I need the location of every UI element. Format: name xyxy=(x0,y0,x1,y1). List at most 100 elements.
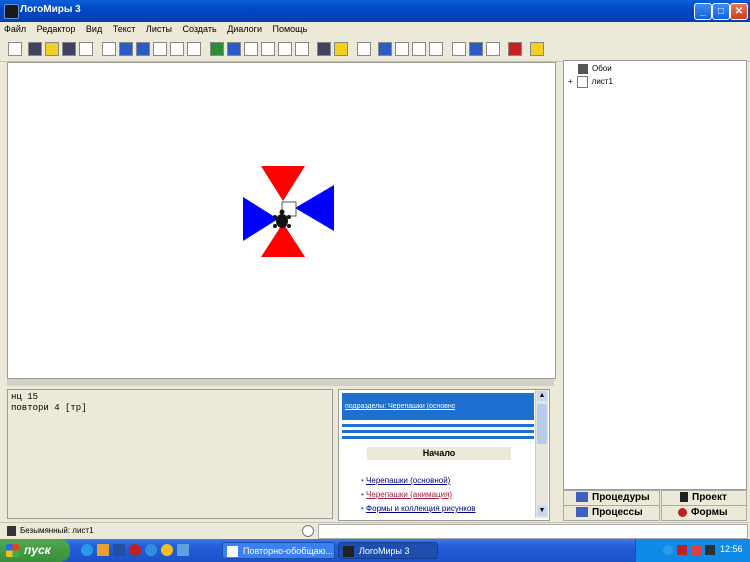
forms-icon xyxy=(678,507,687,517)
procedures-icon xyxy=(576,492,588,503)
antivirus-icon[interactable] xyxy=(677,545,687,555)
page-icon xyxy=(576,76,588,88)
media-icon[interactable] xyxy=(161,544,173,556)
menu-dialogs[interactable]: Диалоги xyxy=(223,22,266,36)
start-button[interactable]: пуск xyxy=(0,539,70,562)
menu-pages[interactable]: Листы xyxy=(142,22,176,36)
back-arrow-icon[interactable] xyxy=(119,42,133,56)
help-section-title: Начало xyxy=(367,447,511,460)
grid-icon[interactable] xyxy=(170,42,184,56)
title-bar: ЛогоМиры 3 _ □ ✕ xyxy=(0,0,750,22)
processes-icon xyxy=(576,507,588,518)
tab-procedures[interactable]: Процедуры xyxy=(563,490,660,506)
arrow-cursor-icon[interactable] xyxy=(357,42,371,56)
logomiry-icon xyxy=(343,546,354,557)
network-icon[interactable] xyxy=(705,545,715,555)
forward-arrow-icon[interactable] xyxy=(136,42,150,56)
tray-icon[interactable] xyxy=(663,545,673,555)
opera-icon[interactable] xyxy=(129,544,141,556)
music-icon[interactable] xyxy=(278,42,292,56)
help-pane: подразделы: Черепашки (основной) Начало … xyxy=(338,389,550,521)
document-icon xyxy=(7,526,16,536)
project-icon xyxy=(680,492,688,503)
task-word-document[interactable]: Повторно-обобщаю... xyxy=(222,542,335,559)
scroll-up-icon[interactable]: ▲ xyxy=(537,391,547,401)
slider-icon[interactable] xyxy=(295,42,309,56)
word-icon[interactable] xyxy=(113,544,125,556)
project-tree: Обои + лист1 xyxy=(563,60,747,490)
window-title: ЛогоМиры 3 xyxy=(20,4,81,15)
blue-triangle-right xyxy=(295,185,334,231)
quick-launch-icon[interactable] xyxy=(145,544,157,556)
help-link-turtles-basic[interactable]: • Черепашки (основной) xyxy=(361,476,450,485)
pencil-icon[interactable] xyxy=(334,42,348,56)
hatch-eye-icon[interactable] xyxy=(429,42,443,56)
zoom-out-icon[interactable] xyxy=(412,42,426,56)
app-icon xyxy=(4,4,19,19)
paste-icon[interactable] xyxy=(486,42,500,56)
menu-text[interactable]: Текст xyxy=(109,22,140,36)
center-square xyxy=(281,201,297,217)
help-link-turtles-animation[interactable]: • Черепашки (анимация) xyxy=(361,490,452,499)
new-icon[interactable] xyxy=(28,42,42,56)
expand-icon[interactable]: + xyxy=(568,77,573,86)
scissors-icon[interactable] xyxy=(452,42,466,56)
print-icon[interactable] xyxy=(79,42,93,56)
help-link-shapes[interactable]: • Формы и коллекция рисунков xyxy=(361,504,476,513)
zoom-in-icon[interactable] xyxy=(395,42,409,56)
stamp-icon[interactable] xyxy=(317,42,331,56)
person-icon[interactable] xyxy=(378,42,392,56)
minimize-button[interactable]: _ xyxy=(694,3,712,20)
save-icon[interactable] xyxy=(62,42,76,56)
tab-forms[interactable]: Формы xyxy=(661,505,747,521)
status-text: Безымянный: лист1 xyxy=(20,526,94,535)
menu-help[interactable]: Помощь xyxy=(269,22,312,36)
pointer-tool-icon[interactable] xyxy=(8,42,22,56)
desktop-icon[interactable] xyxy=(177,544,189,556)
help-header-text: подразделы: Черепашки (основной) xyxy=(345,403,455,410)
tree-item-page1[interactable]: + лист1 xyxy=(568,76,613,88)
red-triangle-bottom xyxy=(261,223,305,257)
scroll-thumb[interactable] xyxy=(537,404,547,444)
blue-triangle-left xyxy=(243,197,278,241)
close-button[interactable]: ✕ xyxy=(730,3,748,20)
tab-processes[interactable]: Процессы xyxy=(563,505,660,521)
eye-icon[interactable] xyxy=(261,42,275,56)
speech-bubble-icon[interactable] xyxy=(302,525,314,537)
ie-icon[interactable] xyxy=(81,544,93,556)
menu-create[interactable]: Создать xyxy=(178,22,220,36)
command-center[interactable]: нц 15 повтори 4 [тр] xyxy=(7,389,333,519)
task-logomiry[interactable]: ЛогоМиры 3 xyxy=(338,542,438,559)
copy-icon[interactable] xyxy=(469,42,483,56)
stop-icon[interactable] xyxy=(508,42,522,56)
kaspersky-icon[interactable] xyxy=(691,545,701,555)
help-scrollbar[interactable]: ▲ ▼ xyxy=(535,390,548,518)
menu-view[interactable]: Вид xyxy=(82,22,106,36)
drawing-canvas[interactable] xyxy=(7,62,556,379)
scroll-down-icon[interactable]: ▼ xyxy=(537,506,547,516)
maximize-button[interactable]: □ xyxy=(712,3,730,20)
turtle-drawing xyxy=(243,166,334,257)
windows-logo-icon xyxy=(6,544,19,557)
tree-item-wallpaper[interactable]: Обои xyxy=(578,64,612,76)
clock: 12:56 xyxy=(720,544,743,554)
new-page-icon[interactable] xyxy=(102,42,116,56)
code-line: нц 15 xyxy=(11,392,39,402)
layout-icon[interactable] xyxy=(153,42,167,56)
menu-editor[interactable]: Редактор xyxy=(33,22,80,36)
text-box-icon[interactable] xyxy=(227,42,241,56)
menu-file[interactable]: Файл xyxy=(0,22,30,36)
explorer-icon[interactable] xyxy=(97,544,109,556)
wallpaper-icon xyxy=(578,64,588,74)
word-doc-icon xyxy=(227,546,238,557)
button-icon[interactable] xyxy=(244,42,258,56)
toolbar xyxy=(0,39,750,62)
canvas-splitter[interactable] xyxy=(7,379,554,386)
status-field xyxy=(318,524,748,539)
frame-icon[interactable] xyxy=(187,42,201,56)
turtle-icon[interactable] xyxy=(210,42,224,56)
tab-project[interactable]: Проект xyxy=(661,490,747,506)
help-question-icon[interactable] xyxy=(530,42,544,56)
code-line: повтори 4 [тр] xyxy=(11,403,87,413)
open-folder-icon[interactable] xyxy=(45,42,59,56)
